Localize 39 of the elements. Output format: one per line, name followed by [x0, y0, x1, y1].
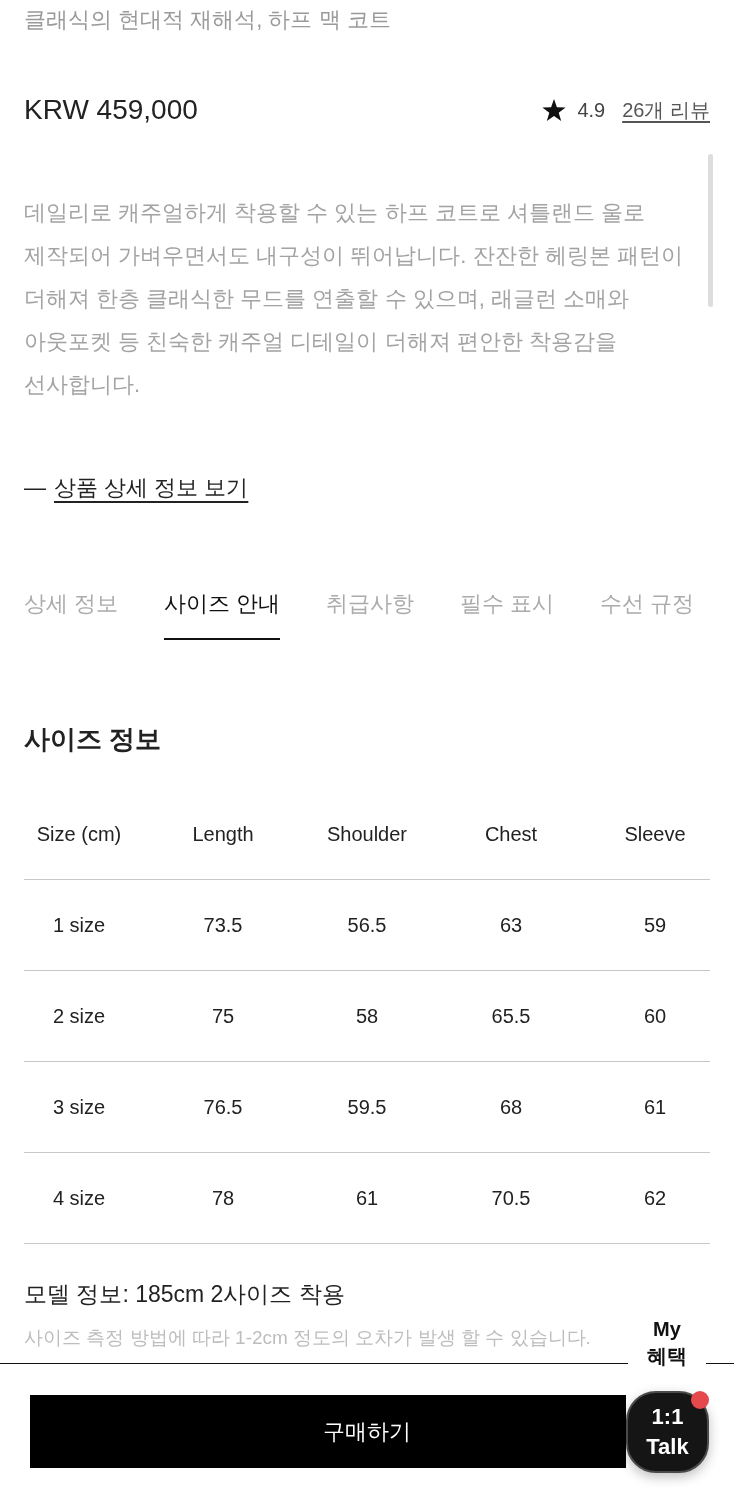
- chat-button[interactable]: 1:1 Talk: [626, 1391, 709, 1473]
- dash-mark: —: [24, 474, 46, 502]
- table-cell-text: 60: [643, 1004, 667, 1029]
- product-subtitle: 클래식의 현대적 재해석, 하프 맥 코트: [24, 6, 391, 34]
- size-note: 사이즈 측정 방법에 따라 1-2cm 정도의 오차가 발생 할 수 있습니다.: [24, 1326, 591, 1350]
- reviews-link[interactable]: 26개 리뷰: [622, 96, 710, 124]
- section-heading: 사이즈 정보: [24, 723, 162, 756]
- column-header: Sleeve: [624, 822, 686, 847]
- table-cell-text: 65.5: [491, 1004, 531, 1029]
- table-cell-text: 75: [211, 1004, 235, 1029]
- column-header: Shoulder: [326, 822, 408, 847]
- table-cell-text: 56.5: [347, 913, 387, 938]
- table-cell-text: 61: [643, 1095, 667, 1120]
- table-cell-text: 58: [355, 1004, 379, 1029]
- table-cell-text: 61: [355, 1186, 379, 1211]
- table-cell-text: 73.5: [203, 913, 243, 938]
- table-cell-text: 63: [499, 913, 523, 938]
- table-cell-text: 1 size: [52, 913, 106, 938]
- table-cell-text: 68: [499, 1095, 523, 1120]
- product-price: KRW 459,000: [24, 93, 198, 127]
- table-cell-text: 76.5: [203, 1095, 243, 1120]
- table-cell-text: 59.5: [347, 1095, 387, 1120]
- column-header: Length: [192, 822, 254, 847]
- buy-button[interactable]: 구매하기: [30, 1395, 626, 1468]
- star-icon: [542, 98, 567, 122]
- table-cell-text: 62: [643, 1186, 667, 1211]
- model-info: 모델 정보: 185cm 2사이즈 착용: [24, 1280, 345, 1309]
- rating-value: 4.9: [577, 98, 606, 123]
- table-cell-text: 70.5: [491, 1186, 531, 1211]
- table-cell-text: 2 size: [52, 1004, 106, 1029]
- product-description: 데일리로 캐주얼하게 착용할 수 있는 하프 코트로 셔틀랜드 울로 제작되어 가벼우면서도 내구성이 뛰어납니다. 잔잔한 헤링본 패턴이 더해져 한층 클래식한 무드를 연출할 수 있으며, 래글런 소매와 아웃포켓 등 친숙한 캐주얼 디테일이 더해져 편안한 착용감을 선사합니다.: [24, 199, 684, 399]
- tab[interactable]: 사이즈 안내: [164, 589, 281, 640]
- table-cell-text: 4 size: [52, 1186, 106, 1211]
- product-detail-link[interactable]: 상품 상세 정보 보기: [54, 473, 249, 503]
- table-cell-text: 78: [211, 1186, 235, 1211]
- column-header: Chest: [484, 822, 538, 847]
- table-cell-text: 59: [643, 913, 667, 938]
- table-cell-text: 3 size: [52, 1095, 106, 1120]
- column-header: Size (cm): [36, 822, 122, 847]
